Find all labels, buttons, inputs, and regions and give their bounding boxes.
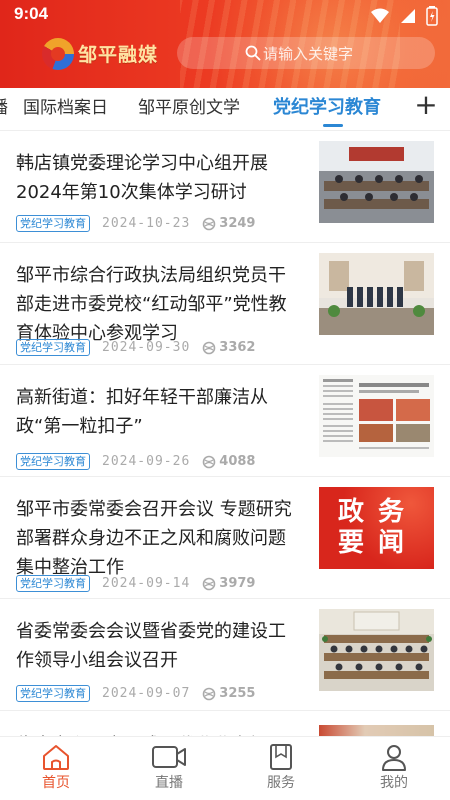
news-view-count: 3255 [219, 686, 256, 701]
news-tag: 党纪学习教育 [16, 685, 90, 702]
nav-live-label: 直播 [155, 775, 183, 791]
bottom-navigation: 首页 直播 服务 我的 [0, 736, 450, 800]
news-date: 2024-09-30 [102, 340, 191, 355]
search-icon [245, 45, 261, 61]
views-icon [202, 687, 216, 700]
home-icon [43, 745, 69, 770]
news-views: 4088 [202, 454, 255, 469]
nav-services[interactable]: 服务 [241, 743, 321, 792]
app-logo [42, 38, 74, 70]
news-date: 2024-09-07 [102, 686, 191, 701]
tab-party-discipline-education[interactable]: 党纪学习教育 [273, 93, 381, 119]
news-views: 3362 [202, 340, 255, 355]
news-meta: 党纪学习教育 2024-09-07 3255 [16, 685, 255, 702]
news-item[interactable]: 邹平市综合行政执法局组织党员干部走进市委党校“红动邹平”党性教育体验中心参观学习… [0, 243, 450, 365]
news-date: 2024-09-26 [102, 454, 191, 469]
search-placeholder: 请输入关键字 [263, 44, 354, 63]
video-camera-icon [152, 746, 186, 768]
nav-live[interactable]: 直播 [129, 743, 209, 792]
news-thumbnail: 政务要闻 [319, 487, 434, 569]
news-meta: 党纪学习教育 2024-09-30 3362 [16, 339, 255, 356]
signal-icon [401, 9, 415, 23]
news-title: 邹平市委常委会召开会议 专题研究部署群众身边不正之风和腐败问题集中整治工作 [16, 499, 292, 578]
news-meta: 党纪学习教育 2024-09-26 4088 [16, 453, 255, 470]
app-brand-name: 邹平融媒 [78, 44, 159, 66]
news-views: 3249 [202, 216, 255, 231]
news-title: 邹平市综合行政执法局组织党员干部走进市委党校“红动邹平”党性教育体验中心参观学习 [16, 265, 287, 344]
news-view-count: 3362 [219, 340, 256, 355]
nav-services-label: 服务 [267, 775, 295, 791]
news-meta: 党纪学习教育 2024-09-14 3979 [16, 575, 255, 592]
tab-international-archives-day[interactable]: 国际档案日 [23, 93, 108, 118]
newspaper-photo [319, 375, 434, 457]
nav-profile[interactable]: 我的 [354, 743, 434, 792]
news-tag: 党纪学习教育 [16, 215, 90, 232]
news-list: 韩店镇党委理论学习中心组开展2024年第10次集体学习研讨 党纪学习教育 202… [0, 131, 450, 711]
news-thumbnail [319, 609, 434, 691]
news-meta: 党纪学习教育 2024-10-23 3249 [16, 215, 255, 232]
news-tag: 党纪学习教育 [16, 453, 90, 470]
news-item[interactable]: 省委常委会会议暨省委党的建设工作领导小组会议召开 党纪学习教育 2024-09-… [0, 599, 450, 711]
status-icons [370, 6, 438, 26]
status-bar: 9:04 [0, 0, 450, 30]
meeting-room-photo [319, 141, 434, 223]
news-item[interactable]: 邹平市委常委会召开会议 专题研究部署群众身边不正之风和腐败问题集中整治工作 党纪… [0, 477, 450, 599]
news-view-count: 4088 [219, 454, 256, 469]
status-time: 9:04 [14, 4, 49, 23]
news-views: 3979 [202, 576, 255, 591]
tab-zouping-original-literature[interactable]: 邹平原创文学 [138, 93, 240, 118]
news-title: 韩店镇党委理论学习中心组开展2024年第10次集体学习研讨 [16, 153, 268, 203]
news-date: 2024-09-14 [102, 576, 191, 591]
news-view-count: 3249 [219, 216, 256, 231]
search-bar[interactable]: 请输入关键字 [177, 37, 435, 69]
views-icon [202, 341, 216, 354]
tab-partial[interactable]: 播 [0, 93, 8, 118]
news-tag: 党纪学习教育 [16, 339, 90, 356]
news-thumbnail [319, 253, 434, 335]
app-screen: 9:04 邹平融媒 请输入关键字 国际档案日 邹平原创文学 党纪学习教育 + 韩… [0, 0, 450, 800]
app-header: 9:04 邹平融媒 请输入关键字 [0, 0, 450, 88]
group-photo [319, 253, 434, 335]
news-item[interactable]: 韩店镇党委理论学习中心组开展2024年第10次集体学习研讨 党纪学习教育 202… [0, 131, 450, 243]
views-icon [202, 577, 216, 590]
nav-home[interactable]: 首页 [16, 743, 96, 792]
add-channel-button[interactable]: + [414, 90, 438, 120]
user-icon [382, 745, 406, 771]
news-title: 省委常委会会议暨省委党的建设工作领导小组会议召开 [16, 621, 286, 671]
thumbnail-text-government-news: 政务要闻 [337, 497, 418, 558]
wifi-icon [371, 8, 389, 23]
bookmark-star-icon [270, 744, 292, 770]
news-item[interactable]: 高新街道：扣好年轻干部廉洁从政“第一粒扣子” 党纪学习教育 2024-09-26… [0, 365, 450, 477]
news-thumbnail [319, 375, 434, 457]
news-tag: 党纪学习教育 [16, 575, 90, 592]
news-date: 2024-10-23 [102, 216, 191, 231]
conference-photo [319, 609, 434, 691]
active-tab-indicator [323, 124, 343, 127]
news-title: 高新街道：扣好年轻干部廉洁从政“第一粒扣子” [16, 387, 268, 437]
news-view-count: 3979 [219, 576, 256, 591]
views-icon [202, 455, 216, 468]
battery-icon [426, 6, 438, 26]
news-thumbnail [319, 141, 434, 223]
nav-home-label: 首页 [42, 775, 70, 791]
news-views: 3255 [202, 686, 255, 701]
views-icon [202, 217, 216, 230]
channel-tabs: 播 国际档案日 邹平原创文学 党纪学习教育 + [0, 88, 450, 130]
nav-profile-label: 我的 [380, 775, 408, 791]
